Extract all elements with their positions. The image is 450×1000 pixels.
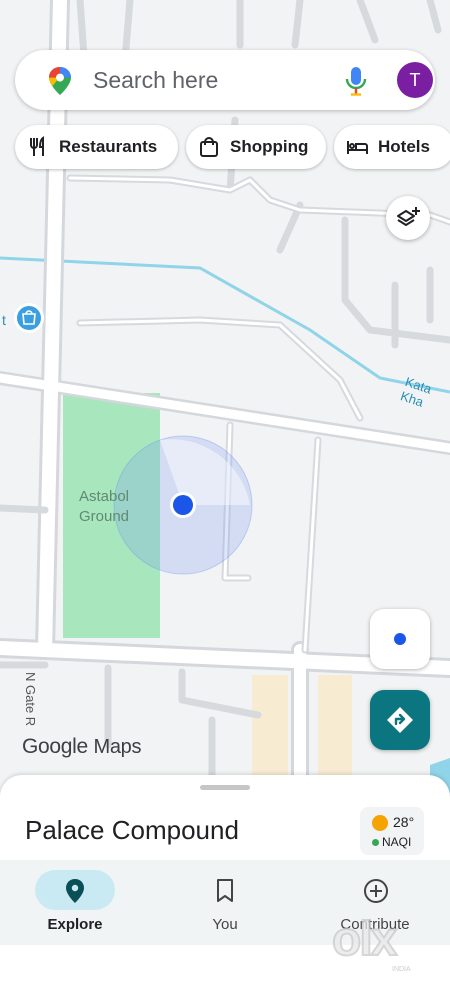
chip-label: Hotels [378, 137, 430, 156]
map-view[interactable]: Astabol Ground N Gate R Kata Kha t Searc… [0, 0, 450, 800]
map-canvas[interactable] [0, 0, 450, 800]
bed-icon [347, 141, 368, 154]
poi-label: t [2, 312, 6, 328]
place-title: Palace Compound [25, 815, 239, 845]
fork-knife-icon [30, 136, 44, 156]
avatar[interactable]: T [397, 62, 433, 98]
google-maps-logo: Google Maps [22, 735, 141, 759]
nav-label: Explore [47, 916, 103, 933]
search-input[interactable]: Search here [93, 67, 218, 94]
my-location-button[interactable] [370, 609, 430, 669]
chip-hotels[interactable]: Hotels [334, 125, 450, 169]
shopping-poi-marker [17, 306, 41, 330]
map-pin-icon [66, 879, 84, 903]
nav-label: You [212, 916, 238, 933]
layers-button[interactable] [386, 196, 430, 240]
park-label: Astabol Ground [78, 488, 130, 525]
chip-restaurants[interactable]: Restaurants [15, 125, 178, 169]
mic-icon[interactable] [345, 66, 367, 101]
current-location-dot [173, 495, 193, 515]
chip-shopping[interactable]: Shopping [186, 125, 326, 169]
directions-icon [387, 707, 413, 733]
sheet-drag-handle[interactable] [200, 785, 250, 790]
watermark-subtext: INDIA [392, 966, 411, 973]
nav-explore[interactable]: Explore [0, 860, 150, 945]
weather-chip[interactable]: 28° NAQI [360, 807, 424, 855]
directions-button[interactable] [370, 690, 430, 750]
google-logo-text: Google [22, 735, 88, 758]
layers-icon [397, 207, 420, 226]
road-label: N Gate R [23, 672, 38, 727]
shopping-bag-icon [200, 137, 218, 157]
aqi-label: NAQI [382, 835, 412, 849]
google-maps-pin-icon [48, 66, 72, 101]
my-location-icon [394, 633, 406, 645]
add-circle-icon [364, 879, 388, 903]
maps-logo-text: Maps [93, 736, 142, 758]
olx-watermark: olx INDIA [331, 912, 418, 982]
chip-label: Shopping [230, 137, 309, 156]
watermark-text: olx [331, 912, 398, 967]
search-bar[interactable]: Search here T [15, 50, 435, 110]
bookmark-icon [217, 879, 233, 902]
aqi-indicator-icon [372, 839, 379, 846]
sun-icon [372, 815, 388, 831]
temperature: 28° [393, 814, 415, 830]
chip-label: Restaurants [59, 137, 158, 156]
nav-you[interactable]: You [150, 860, 300, 945]
